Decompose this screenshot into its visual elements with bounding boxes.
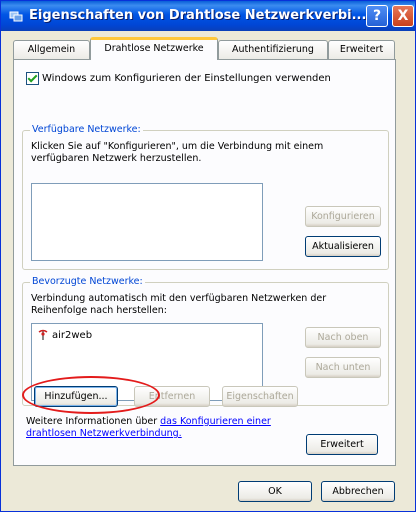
- help-button[interactable]: ?: [366, 5, 388, 27]
- ok-button[interactable]: OK: [238, 481, 312, 502]
- advanced-button[interactable]: Erweitert: [306, 434, 378, 455]
- tab-page: Windows zum Konfigurieren der Einstellun…: [13, 59, 396, 466]
- more-info-text: Weitere Informationen über das Konfiguri…: [26, 416, 306, 440]
- preferred-networks-description: Verbindung automatisch mit den verfügbar…: [31, 293, 327, 316]
- use-windows-checkbox-row[interactable]: Windows zum Konfigurieren der Einstellun…: [26, 72, 331, 85]
- move-up-button[interactable]: Nach oben: [305, 327, 381, 348]
- tab-authentication[interactable]: Authentifizierung: [218, 40, 328, 59]
- network-name: air2web: [52, 330, 93, 341]
- move-down-button[interactable]: Nach unten: [305, 357, 381, 378]
- use-windows-checkbox[interactable]: [26, 72, 39, 85]
- available-networks-description: Klicken Sie auf "Konfigurieren", um die …: [31, 141, 324, 164]
- add-button[interactable]: Hinzufügen...: [34, 386, 118, 407]
- more-info-prefix: Weitere Informationen über: [26, 416, 161, 427]
- window-title: Eigenschaften von Drahtlose Netzwerkverb…: [29, 8, 367, 23]
- refresh-button[interactable]: Aktualisieren: [305, 236, 381, 257]
- network-connection-icon: [9, 11, 23, 22]
- list-item[interactable]: air2web: [38, 329, 92, 341]
- wireless-network-icon: [38, 329, 48, 340]
- available-networks-list[interactable]: [31, 183, 263, 261]
- title-bar[interactable]: Eigenschaften von Drahtlose Netzwerkverb…: [1, 1, 415, 31]
- available-networks-title: Verfügbare Netzwerke:: [30, 124, 143, 135]
- preferred-networks-title: Bevorzugte Netzwerke:: [30, 276, 145, 287]
- available-networks-group: Verfügbare Netzwerke: Klicken Sie auf "K…: [22, 124, 389, 270]
- tab-wireless-networks[interactable]: Drahtlose Netzwerke: [90, 37, 218, 60]
- use-windows-checkbox-label[interactable]: Windows zum Konfigurieren der Einstellun…: [42, 73, 331, 84]
- configure-button[interactable]: Konfigurieren: [305, 206, 381, 227]
- tab-general[interactable]: Allgemein: [13, 40, 90, 59]
- cancel-button[interactable]: Abbrechen: [321, 481, 395, 502]
- properties-button[interactable]: Eigenschaften: [222, 386, 298, 407]
- properties-dialog: Eigenschaften von Drahtlose Netzwerkverb…: [0, 0, 416, 512]
- remove-button[interactable]: Entfernen: [134, 386, 210, 407]
- close-button[interactable]: X: [392, 5, 414, 27]
- tab-advanced[interactable]: Erweitert: [328, 40, 395, 59]
